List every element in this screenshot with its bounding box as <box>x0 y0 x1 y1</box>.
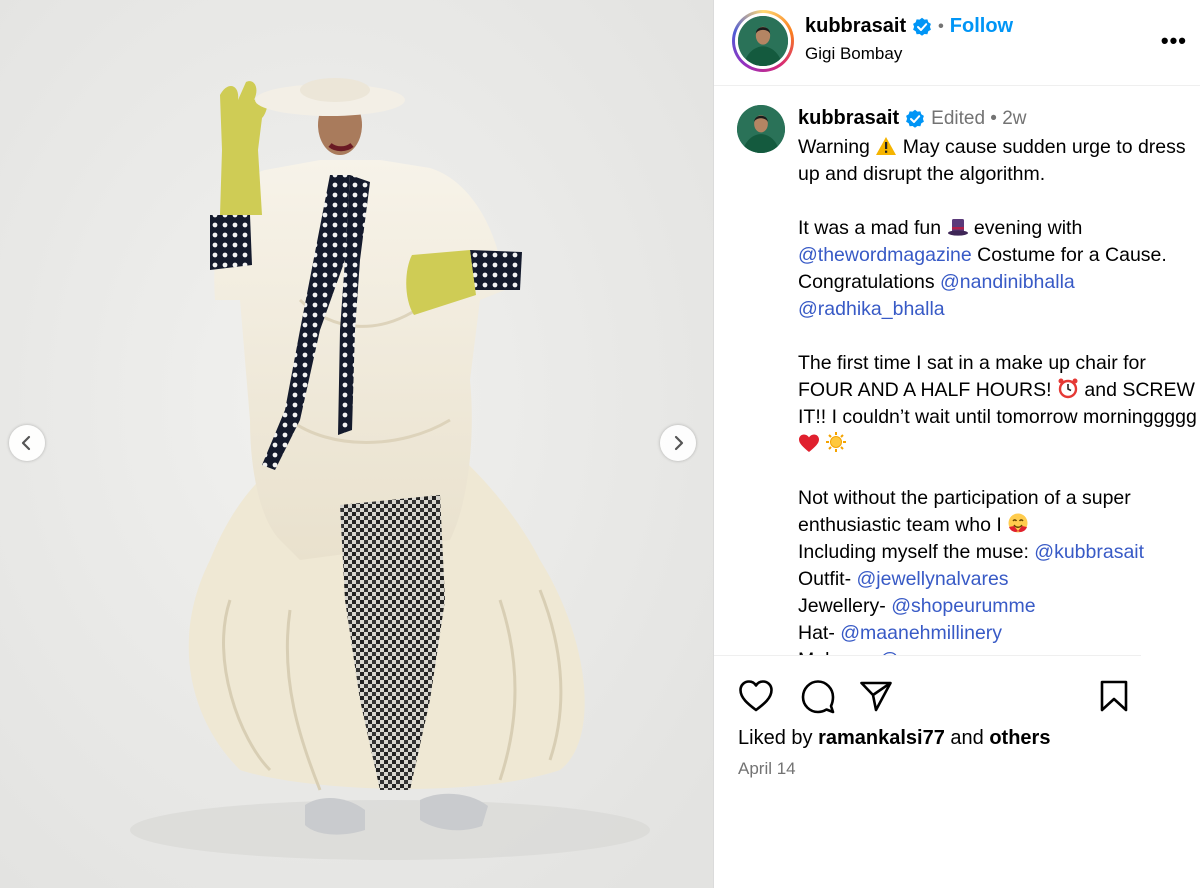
like-button[interactable] <box>736 676 776 716</box>
caption-username[interactable]: kubbrasait <box>798 107 899 130</box>
caption-line: Hat- @maanehmillinery <box>798 620 1198 647</box>
caption-line: It was a mad fun evening with @thewordma… <box>798 215 1198 323</box>
caption-line: Including myself the muse: @kubbrasait <box>798 539 1198 566</box>
more-options-button[interactable]: ••• <box>1161 28 1187 54</box>
avatar-image <box>738 16 788 66</box>
save-button[interactable] <box>1094 676 1134 716</box>
carousel-prev-button[interactable] <box>9 425 45 461</box>
action-bar <box>714 676 1200 716</box>
caption-line: Warning May cause sudden urge to dress u… <box>798 134 1198 188</box>
sun-emoji-icon <box>825 432 847 455</box>
bookmark-icon <box>1100 680 1128 712</box>
post-header: kubbrasait • Follow Gigi Bombay ••• <box>714 0 1200 86</box>
header-separator: • <box>938 17 944 35</box>
post-date[interactable]: April 14 <box>738 759 796 779</box>
paper-plane-icon <box>860 681 892 712</box>
liked-by-user-link[interactable]: ramankalsi77 <box>818 727 945 749</box>
caption-text-segment: Outfit- <box>798 568 857 590</box>
caption-line: Not without the participation of a super… <box>798 485 1198 539</box>
hugface-emoji-icon <box>1007 513 1029 536</box>
caption-avatar[interactable] <box>737 105 785 153</box>
comment-bubble-icon <box>801 680 835 714</box>
caption-text-segment: It was a mad fun <box>798 217 947 239</box>
tophat-emoji-icon <box>947 217 969 239</box>
mention-link[interactable]: @kubbrasait <box>1034 541 1144 563</box>
likes-middle: and <box>944 727 990 749</box>
caption-text-segment: Not without the participation of a super… <box>798 487 1131 536</box>
mention-link[interactable]: @maanehmillinery <box>840 622 1002 644</box>
verified-badge-icon <box>913 17 932 36</box>
share-button[interactable] <box>856 676 896 716</box>
likes-prefix: Liked by <box>738 727 819 749</box>
post-side-panel: kubbrasait • Follow Gigi Bombay ••• kubb… <box>713 0 1200 888</box>
mention-link[interactable]: @radhika_bhalla <box>798 298 945 320</box>
mention-link[interactable]: @jewellynalvares <box>857 568 1009 590</box>
story-ring[interactable] <box>732 10 794 72</box>
caption-text-segment: Including myself the muse: <box>798 541 1035 563</box>
comment-button[interactable] <box>798 676 838 716</box>
caption-line: Makeup- @... <box>798 647 1198 655</box>
post-photo <box>0 0 713 888</box>
heart-emoji-icon <box>798 433 820 455</box>
chevron-right-icon <box>674 435 684 451</box>
verified-badge-icon <box>906 109 925 128</box>
caption-text-segment: Warning <box>798 136 876 158</box>
avatar-image <box>737 105 785 153</box>
chevron-left-icon <box>21 435 31 451</box>
caption-text-segment: evening with <box>968 217 1083 239</box>
heart-outline-icon <box>739 680 773 712</box>
header-username[interactable]: kubbrasait <box>805 15 906 38</box>
divider <box>714 655 1141 656</box>
follow-button[interactable]: Follow <box>950 15 1013 38</box>
caption-text-segment: Jewellery- <box>798 595 892 617</box>
mention-link[interactable]: @nandinibhalla <box>940 271 1075 293</box>
caption-text-segment: Hat- <box>798 622 841 644</box>
post-media <box>0 0 713 888</box>
warning-emoji-icon <box>875 136 897 158</box>
caption-line: Outfit- @jewellynalvares <box>798 566 1198 593</box>
carousel-next-button[interactable] <box>660 425 696 461</box>
caption-line: Jewellery- @shopeurumme <box>798 593 1198 620</box>
mention-link[interactable]: @thewordmagazine <box>798 244 972 266</box>
liked-by-others-link[interactable]: others <box>989 727 1050 749</box>
avatar <box>738 16 788 66</box>
caption-text: Warning May cause sudden urge to dress u… <box>798 134 1198 655</box>
likes-summary: Liked by ramankalsi77 and others <box>738 727 1050 750</box>
caption-meta: Edited • 2w <box>931 107 1027 129</box>
alarm-emoji-icon <box>1057 378 1079 401</box>
caption-area: kubbrasait Edited • 2w Warning May cause… <box>714 87 1200 655</box>
mention-link[interactable]: @shopeurumme <box>891 595 1035 617</box>
post-location[interactable]: Gigi Bombay <box>805 44 902 64</box>
caption-line: The first time I sat in a make up chair … <box>798 350 1198 458</box>
